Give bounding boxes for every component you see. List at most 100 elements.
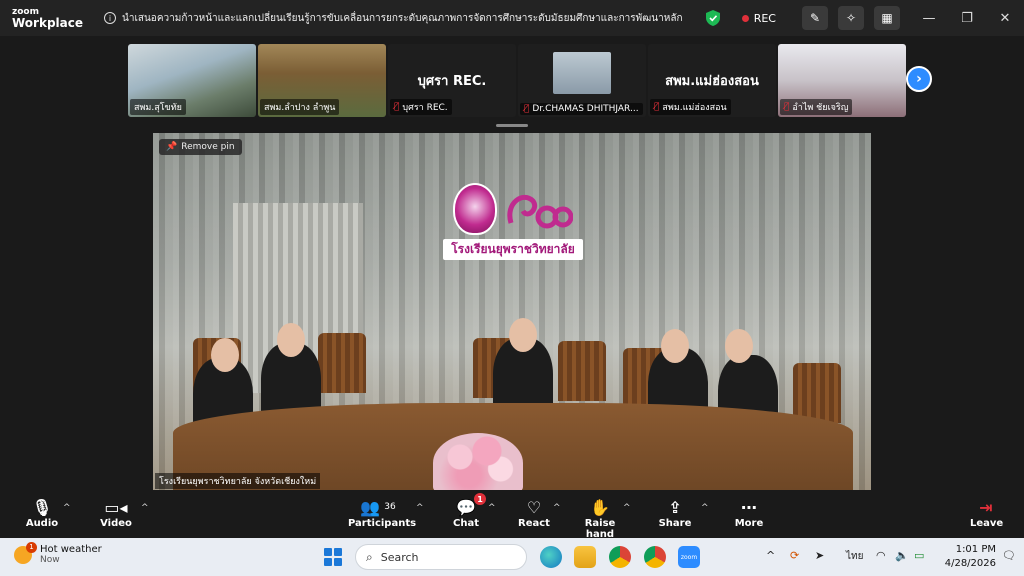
participant-name: สพม.สุโขทัย <box>130 99 186 115</box>
sparkle-icon: ✧ <box>845 11 857 25</box>
chrome-icon[interactable] <box>609 546 631 568</box>
chair <box>318 333 366 393</box>
anniversary-numeral-icon <box>506 194 573 229</box>
chrome-profile-icon[interactable] <box>644 546 666 568</box>
sync-icon[interactable]: ⟳ <box>790 549 799 562</box>
participants-count: 36 <box>384 502 396 512</box>
participant-name: 🎙̸ บุศรา REC. <box>390 99 452 115</box>
close-button[interactable]: ✕ <box>986 0 1024 36</box>
more-button[interactable]: ⋯ More <box>733 496 765 530</box>
input-language[interactable]: ไทย <box>846 549 863 564</box>
participant-tile[interactable]: สพม.สุโขทัย <box>128 44 256 117</box>
participant-strip: สพม.สุโขทัย สพม.ลำปาง ลำพูน บุศรา REC. 🎙… <box>128 44 906 118</box>
participant-big-name: สพม.แม่ฮ่องสอน <box>665 74 759 89</box>
chat-options-caret[interactable]: ^ <box>488 503 496 513</box>
annotate-button[interactable]: ✎ <box>802 6 828 30</box>
more-label: More <box>734 518 764 529</box>
participants-options-caret[interactable]: ^ <box>416 503 424 513</box>
meeting-controls: 🎙 Audio ^ ▭◂ Video ^ 👥 36 Participants ^ … <box>0 491 1024 541</box>
participant-tile[interactable]: 🎙̸ Dr.CHAMAS DHITHJAR... <box>518 44 646 117</box>
chair <box>793 363 841 423</box>
video-button[interactable]: ▭◂ Video <box>96 496 136 530</box>
window-titlebar: zoom Workplace i นำเสนอความก้าวหน้าและแล… <box>0 0 1024 36</box>
tray-overflow-icon[interactable]: ^ <box>766 549 775 562</box>
ai-companion-button[interactable]: ✧ <box>838 6 864 30</box>
zoom-app-icon[interactable]: zoom <box>678 546 700 568</box>
zoom-logo: zoom Workplace <box>0 7 90 29</box>
weather-badge: 1 <box>26 541 37 553</box>
share-label: Share <box>658 518 692 529</box>
participants-button[interactable]: 👥 36 Participants <box>348 496 416 530</box>
mic-muted-icon: 🎙̸ <box>654 102 660 112</box>
rec-label: REC <box>753 11 776 25</box>
person-face <box>725 329 753 363</box>
close-icon: ✕ <box>999 10 1011 26</box>
minimize-icon: — <box>922 10 936 26</box>
edge-icon[interactable] <box>540 546 562 568</box>
chat-unread-badge: 1 <box>474 493 486 505</box>
audio-button[interactable]: 🎙 Audio <box>22 496 62 530</box>
restore-button[interactable]: ❐ <box>948 0 986 36</box>
participant-tile[interactable]: 🎙̸ อำไพ ชัยเจริญ <box>778 44 906 117</box>
person-face <box>211 338 239 372</box>
flower-arrangement <box>433 433 523 490</box>
leave-button[interactable]: ⇥ Leave <box>970 496 1004 530</box>
wifi-icon[interactable]: ◠ <box>876 549 886 562</box>
file-explorer-icon[interactable] <box>574 546 596 568</box>
react-button[interactable]: ♡ React <box>518 496 550 530</box>
participant-name: 🎙̸ อำไพ ชัยเจริญ <box>780 99 853 115</box>
windows-taskbar: 1 Hot weather Now ⌕ Search zoom ^ ⟳ ➤ ไท… <box>0 538 1024 576</box>
mic-muted-icon: 🎙̸ <box>784 102 790 112</box>
share-options-caret[interactable]: ^ <box>701 503 709 513</box>
participant-big-name: บุศรา REC. <box>417 74 487 89</box>
video-label: Video <box>100 518 132 529</box>
video-options-caret[interactable]: ^ <box>141 503 149 513</box>
participant-tile[interactable]: สพม.ลำปาง ลำพูน <box>258 44 386 117</box>
participant-name: 🎙̸ Dr.CHAMAS DHITHJAR... <box>520 103 643 115</box>
location-icon[interactable]: ➤ <box>815 549 824 562</box>
search-icon: ⌕ <box>366 549 373 564</box>
heart-icon: ♡ <box>526 497 542 517</box>
remove-pin-button[interactable]: 📌 Remove pin <box>159 139 242 155</box>
recording-dot-icon <box>741 14 749 22</box>
chat-button[interactable]: 💬 1 Chat <box>450 493 486 529</box>
next-page-button[interactable]: › <box>906 66 932 92</box>
microphone-icon: 🎙 <box>31 497 53 517</box>
raise-hand-button[interactable]: ✋ Raise hand <box>574 496 626 541</box>
minimize-button[interactable]: — <box>910 0 948 36</box>
volume-icon[interactable]: 🔈 <box>895 549 909 562</box>
chair <box>558 341 606 401</box>
battery-icon[interactable]: ▭ <box>914 549 924 562</box>
start-button[interactable] <box>324 548 342 566</box>
shield-icon[interactable] <box>705 10 720 26</box>
system-clock[interactable]: 1:01 PM 4/28/2026 <box>940 543 996 571</box>
school-seal-icon <box>453 183 498 235</box>
pin-icon: 📌 <box>166 142 178 152</box>
windows-logo-icon <box>324 548 332 556</box>
view-button[interactable]: ▦ <box>874 6 900 30</box>
react-options-caret[interactable]: ^ <box>553 503 561 513</box>
raise-hand-label: Raise hand <box>584 518 616 540</box>
share-button[interactable]: ⇪ Share <box>658 496 692 530</box>
pinned-video[interactable]: โรงเรียนยุพราชวิทยาลัย 📌 Remove pin โรงเ… <box>153 133 871 490</box>
weather-widget[interactable]: 1 Hot weather Now <box>14 541 102 565</box>
audio-options-caret[interactable]: ^ <box>63 503 71 513</box>
raise-hand-options-caret[interactable]: ^ <box>623 503 631 513</box>
participant-tile[interactable]: บุศรา REC. 🎙̸ บุศรา REC. <box>388 44 516 117</box>
person-face <box>509 318 537 352</box>
taskbar-search[interactable]: ⌕ Search <box>355 544 527 570</box>
leave-label: Leave <box>970 518 1004 529</box>
chevron-right-icon: › <box>916 71 922 87</box>
pencil-icon: ✎ <box>809 11 821 25</box>
notification-icon[interactable]: 🗨 <box>1002 549 1016 562</box>
chat-bubble-icon: 💬 <box>456 497 476 517</box>
strip-resize-handle[interactable] <box>496 124 528 127</box>
info-icon[interactable]: i <box>104 12 116 24</box>
weather-title: Hot weather <box>40 544 102 555</box>
clock-time: 1:01 PM <box>955 544 996 555</box>
recording-indicator[interactable]: REC <box>741 11 776 25</box>
participant-name: 🎙̸ สพม.แม่ฮ่องสอน <box>650 99 731 115</box>
grid-view-icon: ▦ <box>881 11 893 25</box>
participant-tile[interactable]: สพม.แม่ฮ่องสอน 🎙̸ สพม.แม่ฮ่องสอน <box>648 44 776 117</box>
school-logo: โรงเรียนยุพราชวิทยาลัย <box>443 183 583 260</box>
